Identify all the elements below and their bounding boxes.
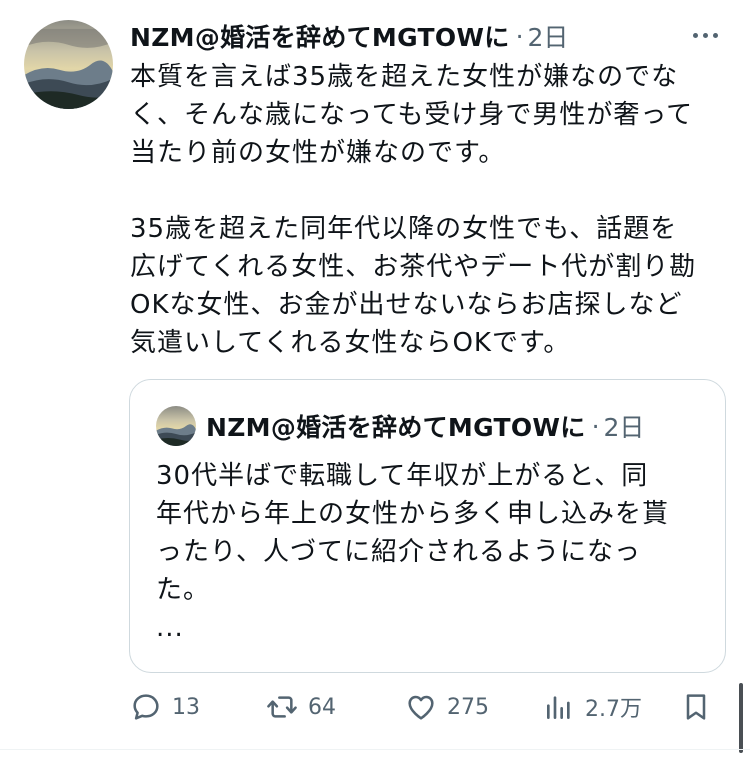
tweet-text: 本質を言えば35歳を超えた女性が嫌なのでな く、そんな歳になっても受け身で男性が…	[130, 58, 730, 362]
quoted-text-line: 年代から年上の女性から多く申し込みを貰	[156, 499, 670, 529]
quoted-timestamp: 2日	[603, 413, 645, 442]
tweet-text-line	[130, 172, 730, 210]
more-options-icon[interactable]	[688, 20, 722, 50]
tweet-text-line: 気遣いしてくれる女性ならOKです。	[130, 328, 571, 358]
retweet-icon	[267, 696, 297, 718]
like-button[interactable]: 275	[405, 684, 489, 730]
quoted-tweet-header: NZM@婚活を辞めてMGTOWに · 2日	[156, 406, 644, 446]
quoted-text-line: た。	[156, 575, 211, 605]
author-name[interactable]: NZM@婚活を辞めてMGTOWに	[130, 18, 510, 54]
quoted-text-line: ったり、人づてに紹介されるようになっ	[156, 537, 641, 567]
tweet-actions-bar: 13 64 275 2.7万	[130, 684, 720, 730]
tweet-text-line: 35歳を超えた同年代以降の女性でも、話題を	[130, 214, 678, 244]
tweet-text-line: 本質を言えば35歳を超えた女性が嫌なのでな	[130, 62, 679, 92]
retweet-button[interactable]: 64	[266, 684, 336, 730]
retweet-count: 64	[308, 694, 336, 720]
bookmark-icon	[686, 694, 706, 720]
tweet-text-line: OKな女性、お金が出せないならお店探しなど	[130, 290, 683, 320]
bookmark-button[interactable]	[680, 684, 712, 730]
reply-button[interactable]: 13	[130, 684, 200, 730]
reply-icon	[133, 694, 159, 720]
tweet-text-line: 広げてくれる女性、お茶代やデート代が割り勘	[130, 252, 697, 282]
quoted-tweet-text: 30代半ばで転職して年収が上がると、同 年代から年上の女性から多く申し込みを貰 …	[156, 457, 706, 647]
quoted-header-separator: ·	[591, 411, 600, 441]
tweet-header: NZM@婚活を辞めてMGTOWに · 2日	[130, 18, 726, 54]
quoted-tweet[interactable]: NZM@婚活を辞めてMGTOWに · 2日 30代半ばで転職して年収が上がると、…	[129, 379, 726, 673]
tweet-timestamp[interactable]: 2日	[528, 18, 569, 54]
header-separator: ·	[515, 21, 524, 51]
author-avatar[interactable]	[24, 20, 113, 109]
quoted-author-avatar	[156, 406, 196, 446]
heart-icon	[408, 695, 434, 720]
tweet-divider	[0, 749, 750, 750]
tweet[interactable]: NZM@婚活を辞めてMGTOWに · 2日 本質を言えば35歳を超えた女性が嫌な…	[0, 0, 750, 765]
tweet-text-line: く、そんな歳になっても受け身で男性が奢って	[130, 100, 694, 130]
scrollbar[interactable]	[739, 683, 743, 753]
reply-count: 13	[172, 694, 200, 720]
like-count: 275	[447, 694, 489, 720]
quoted-text-line: 30代半ばで転職して年収が上がると、同	[156, 461, 649, 491]
tweet-text-line: 当たり前の女性が嫌なのです。	[130, 138, 506, 168]
views-icon	[547, 696, 570, 719]
views-button[interactable]: 2.7万	[543, 684, 642, 730]
quoted-text-line: ...	[156, 613, 184, 643]
views-count: 2.7万	[585, 697, 642, 722]
quoted-author-name: NZM@婚活を辞めてMGTOWに	[206, 413, 586, 442]
